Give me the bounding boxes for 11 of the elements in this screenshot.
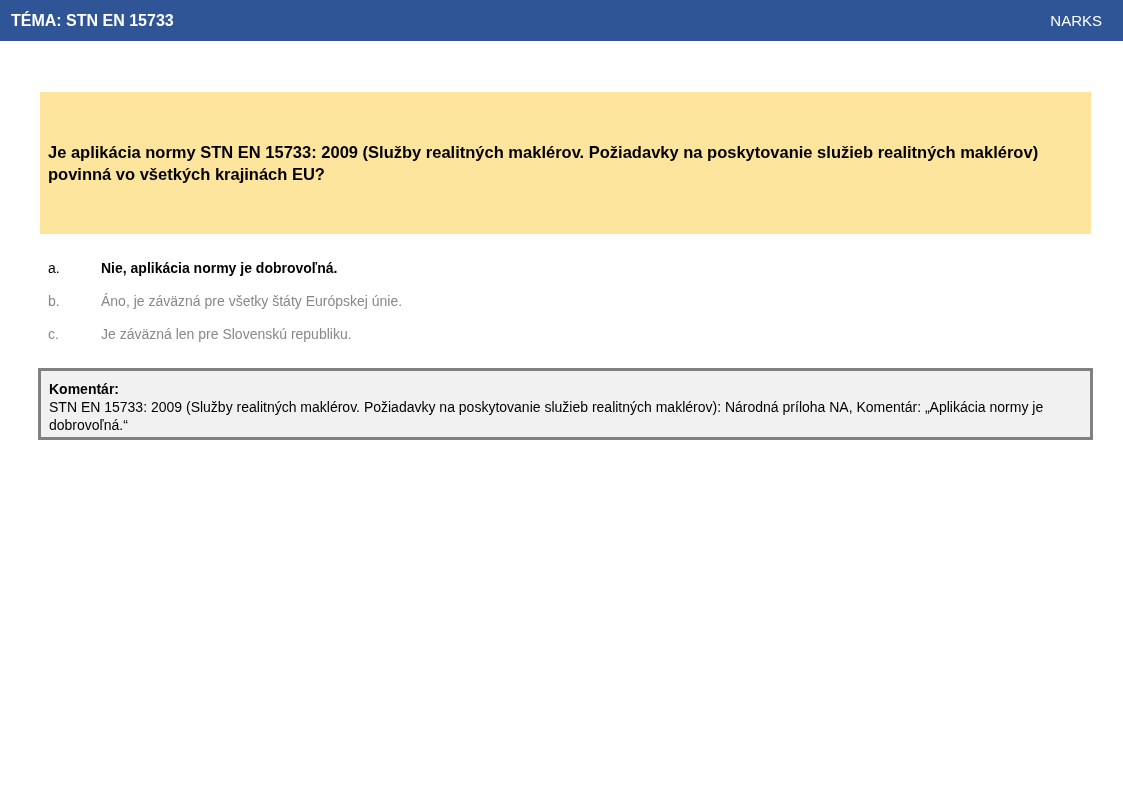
answer-letter: b.: [48, 292, 61, 310]
question-text: Je aplikácia normy STN EN 15733: 2009 (Služby realitných maklérov. Požiadavky na poskytovanie služieb realitných maklérov) povinná vo všetkých krajinách EU?: [48, 142, 1040, 185]
answer-text: Nie, aplikácia normy je dobrovoľná.: [101, 259, 338, 277]
topic-title: TÉMA: STN EN 15733: [11, 11, 174, 30]
brand-name: NARKS: [1050, 12, 1102, 29]
comment-text: STN EN 15733: 2009 (Služby realitných maklérov. Požiadavky na poskytovanie služieb realitných maklérov): Národná príloha NA, Komentár: „Aplikácia normy je dobrovoľná.“: [49, 398, 1045, 434]
answer-letter: a.: [48, 259, 61, 277]
answer-text: Áno, je záväzná pre všetky štáty Európskej únie.: [101, 292, 403, 310]
answer-letter: c.: [48, 325, 60, 343]
answer-text: Je záväzná len pre Slovenskú republiku.: [101, 325, 352, 343]
comment-title: Komentár:: [49, 380, 120, 398]
